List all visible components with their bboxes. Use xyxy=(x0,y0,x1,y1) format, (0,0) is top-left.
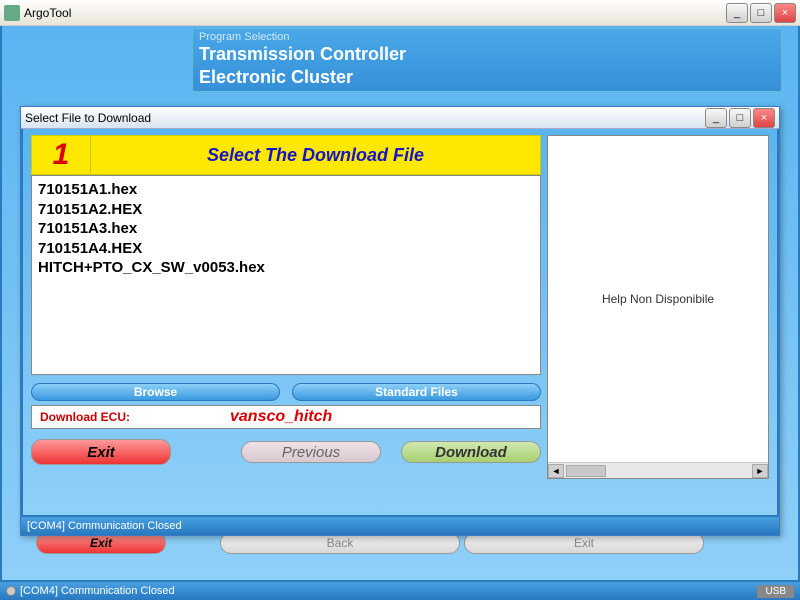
standard-files-button[interactable]: Standard Files xyxy=(292,383,541,401)
file-item[interactable]: HITCH+PTO_CX_SW_v0053.hex xyxy=(38,258,534,278)
program-selection-panel: Program Selection Transmission Controlle… xyxy=(192,28,782,92)
status-text: [COM4] Communication Closed xyxy=(20,585,175,597)
step-number: 1 xyxy=(31,135,91,175)
program-option[interactable]: Electronic Cluster xyxy=(199,66,775,89)
usb-indicator: USB xyxy=(757,585,794,598)
file-item[interactable]: 710151A3.hex xyxy=(38,219,534,239)
dialog-minimize-button[interactable]: _ xyxy=(705,108,727,128)
help-scrollbar[interactable]: ◄ ► xyxy=(548,462,768,478)
status-dot-icon xyxy=(6,586,16,596)
program-selection-label: Program Selection xyxy=(199,31,775,43)
scroll-right-icon[interactable]: ► xyxy=(752,464,768,478)
download-button[interactable]: Download xyxy=(401,441,541,463)
ecu-label: Download ECU: xyxy=(40,410,130,424)
maximize-button[interactable]: □ xyxy=(750,3,772,23)
step-title: Select The Download File xyxy=(91,135,541,175)
dialog-close-button[interactable]: × xyxy=(753,108,775,128)
help-pane: Help Non Disponibile ◄ ► xyxy=(547,135,769,479)
dialog-titlebar: Select File to Download _ □ × xyxy=(21,107,779,129)
download-dialog: Select File to Download _ □ × 1 Select T… xyxy=(20,106,780,536)
dialog-status-text: [COM4] Communication Closed xyxy=(27,520,182,532)
dialog-maximize-button[interactable]: □ xyxy=(729,108,751,128)
file-item[interactable]: 710151A1.hex xyxy=(38,180,534,200)
dialog-title: Select File to Download xyxy=(25,111,151,125)
file-list[interactable]: 710151A1.hex 710151A2.HEX 710151A3.hex 7… xyxy=(31,175,541,375)
minimize-button[interactable]: _ xyxy=(726,3,748,23)
main-statusbar: [COM4] Communication Closed USB xyxy=(0,582,800,600)
dialog-body: 1 Select The Download File 710151A1.hex … xyxy=(21,129,779,517)
left-pane: 1 Select The Download File 710151A1.hex … xyxy=(31,135,541,479)
file-item[interactable]: 710151A4.HEX xyxy=(38,239,534,259)
ecu-row: Download ECU: vansco_hitch xyxy=(31,405,541,429)
main-titlebar: ArgoTool _ □ × xyxy=(0,0,800,26)
app-title: ArgoTool xyxy=(24,6,71,20)
help-text: Help Non Disponibile xyxy=(548,136,768,462)
scroll-left-icon[interactable]: ◄ xyxy=(548,464,564,478)
ecu-value: vansco_hitch xyxy=(230,408,332,426)
file-item[interactable]: 710151A2.HEX xyxy=(38,200,534,220)
scroll-thumb[interactable] xyxy=(566,465,606,477)
program-option[interactable]: Transmission Controller xyxy=(199,43,775,66)
close-button[interactable]: × xyxy=(774,3,796,23)
previous-button[interactable]: Previous xyxy=(241,441,381,463)
browse-button[interactable]: Browse xyxy=(31,383,280,401)
app-icon xyxy=(4,5,20,21)
dialog-exit-button[interactable]: Exit xyxy=(31,439,171,465)
dialog-statusbar: [COM4] Communication Closed xyxy=(21,517,779,535)
